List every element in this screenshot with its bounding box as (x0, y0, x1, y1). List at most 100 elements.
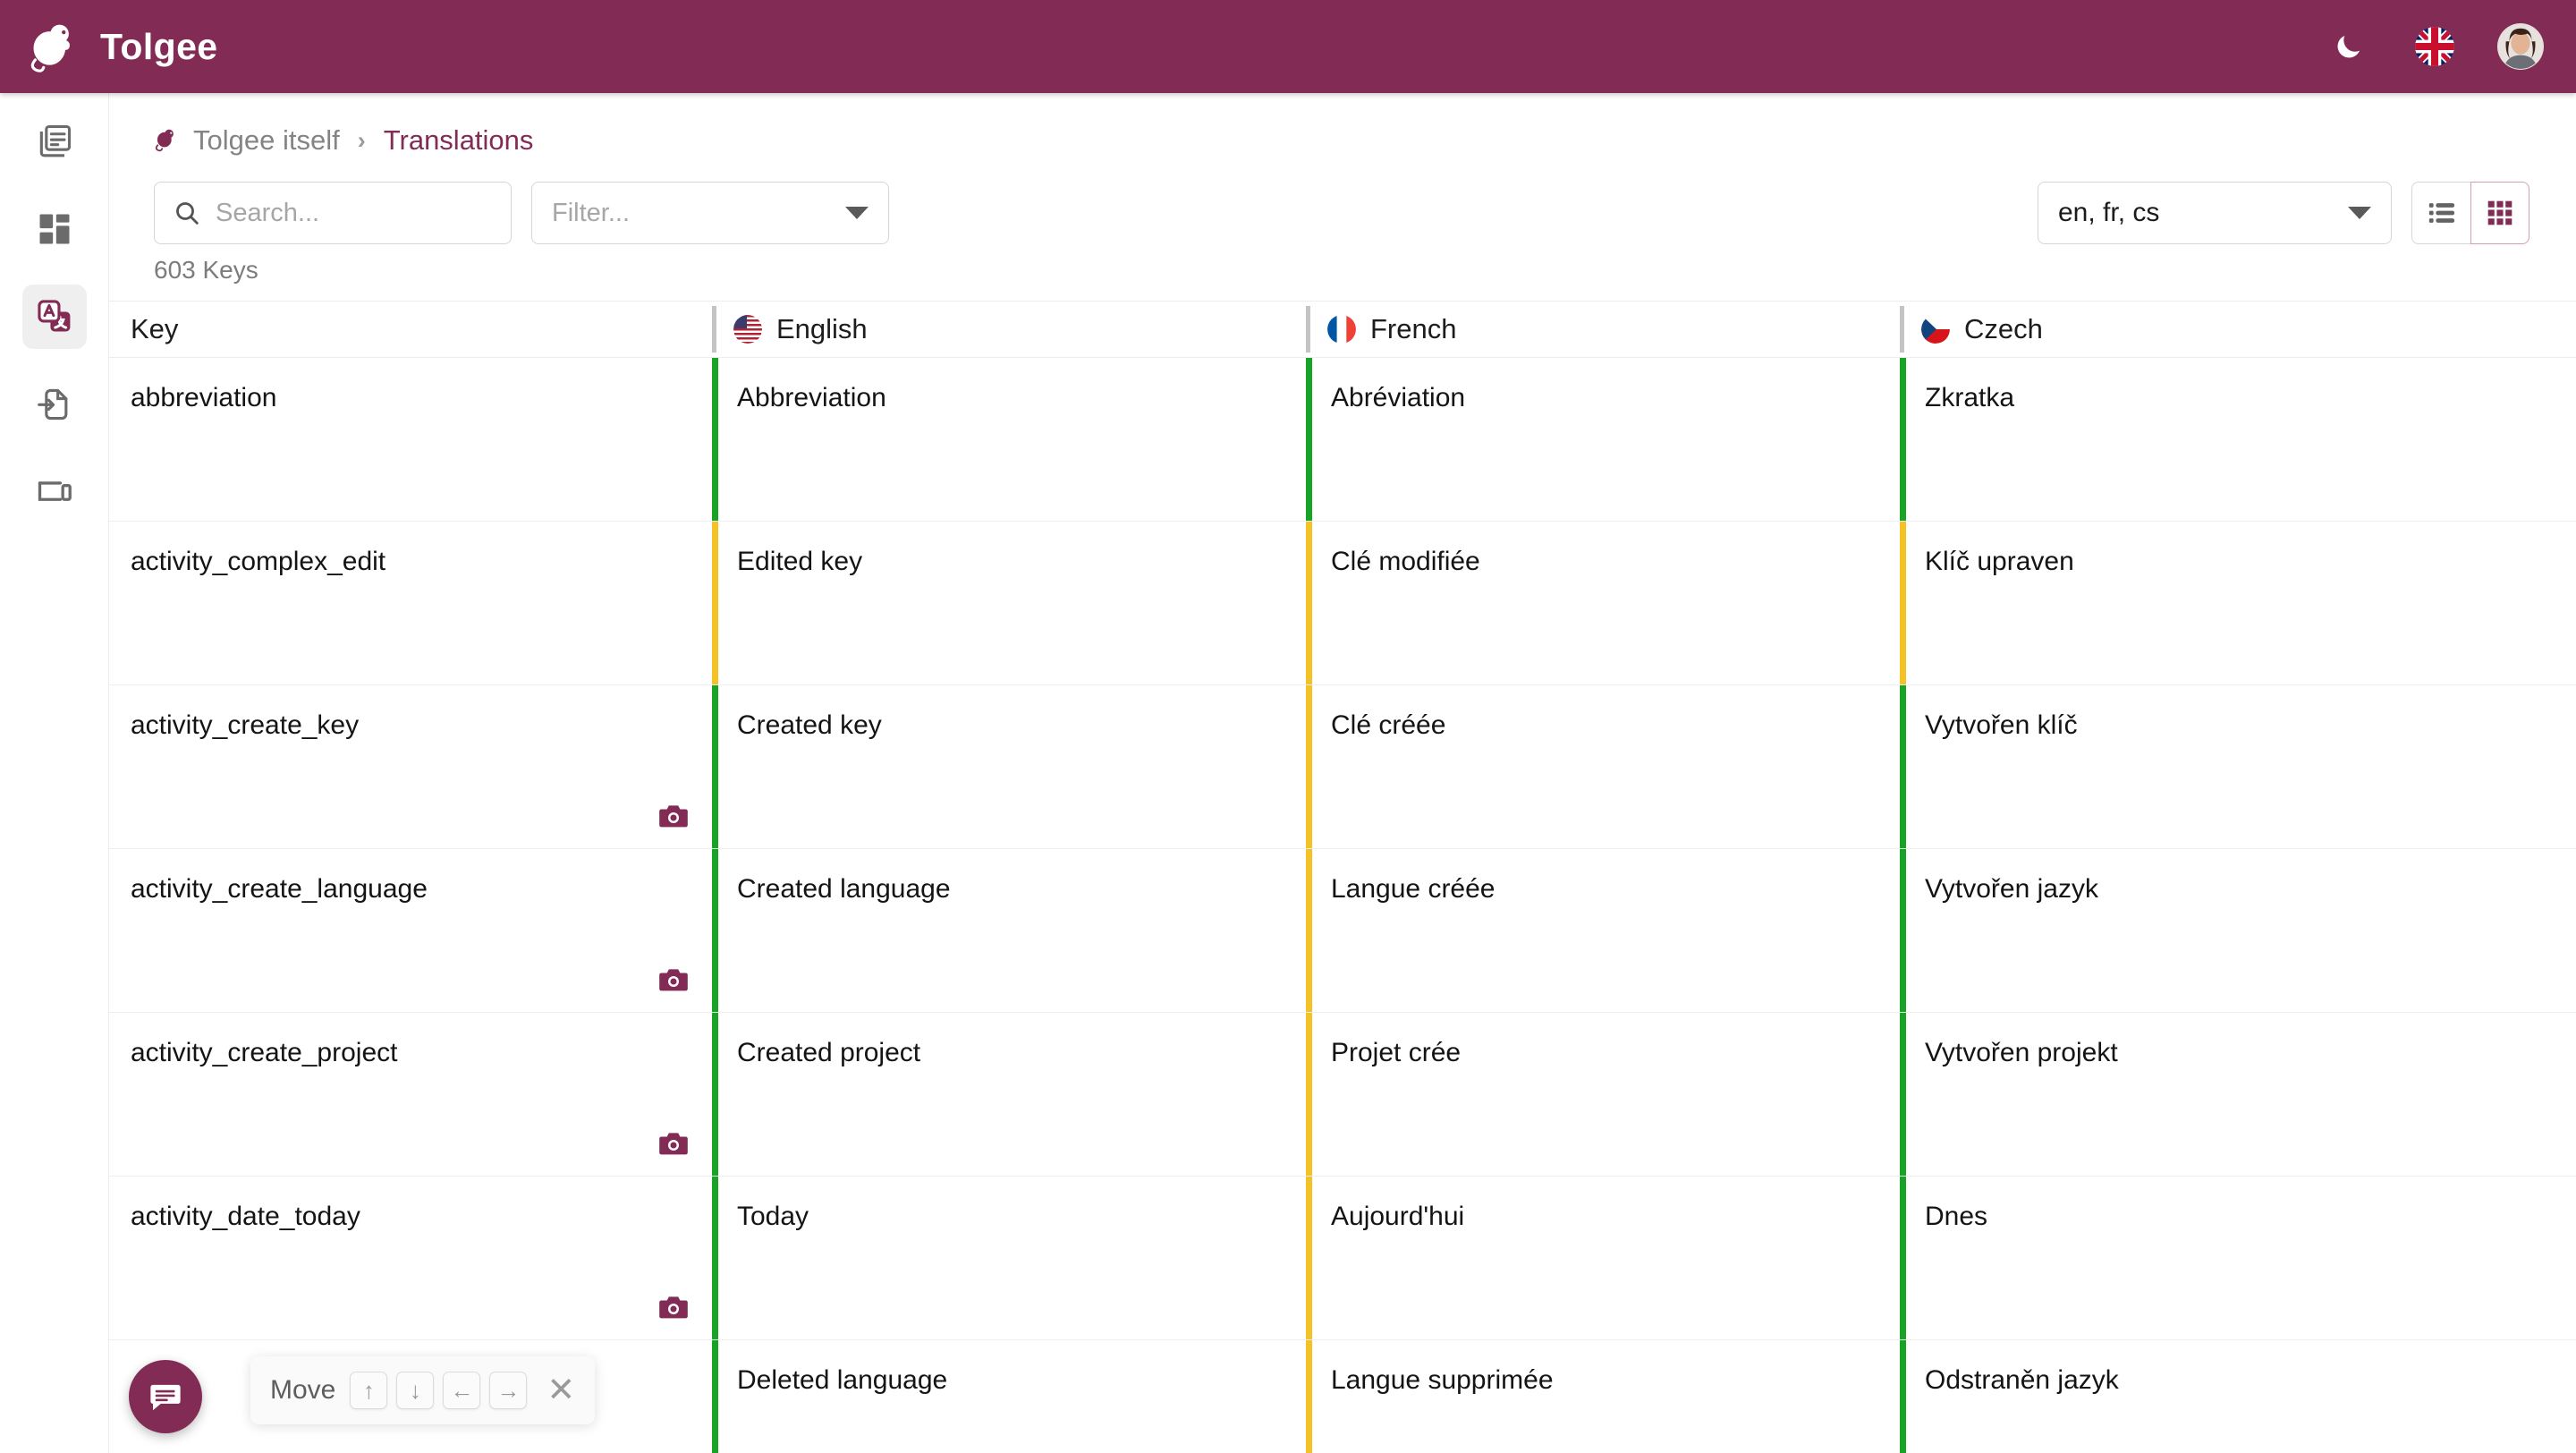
key-cell[interactable]: activity_date_today (109, 1177, 712, 1339)
brand[interactable]: Tolgee (0, 20, 218, 73)
translation-cell-french[interactable]: Clé modifiée (1306, 522, 1900, 684)
dashboard-grid-icon (39, 214, 69, 244)
key-name: activity_create_key (131, 710, 360, 740)
move-right-key[interactable]: → (489, 1372, 528, 1409)
chevron-down-icon (2348, 207, 2371, 219)
sidebar-item-projects[interactable] (22, 109, 87, 174)
chevron-down-icon (845, 207, 869, 219)
table-row[interactable]: activity_create_project Created project Pr… (109, 1013, 2576, 1177)
language-select[interactable]: en, fr, cs (2038, 182, 2392, 244)
key-name: abbreviation (131, 383, 277, 412)
translation-cell-english[interactable]: Created project (712, 1013, 1306, 1176)
translation-cell-czech[interactable]: Odstraněn jazyk (1900, 1340, 2494, 1453)
key-name: activity_date_today (131, 1202, 360, 1231)
table-row[interactable]: activity_create_language Created language… (109, 849, 2576, 1013)
translation-cell-czech[interactable]: Vytvořen klíč (1900, 685, 2494, 848)
translation-cell-french[interactable]: Abréviation (1306, 358, 1900, 521)
breadcrumb-current[interactable]: Translations (384, 124, 534, 157)
translation-text: Projet crée (1331, 1038, 1462, 1067)
column-header-french[interactable]: French (1306, 301, 1900, 358)
camera-icon[interactable] (658, 1293, 689, 1320)
translation-text: Aujourd'hui (1331, 1202, 1465, 1231)
table-row[interactable]: activity_create_key Created key Clé créée V… (109, 685, 2576, 849)
search-field[interactable] (154, 182, 512, 244)
translation-cell-french[interactable]: Aujourd'hui (1306, 1177, 1900, 1339)
translation-text: Abbreviation (737, 383, 886, 412)
sidebar (0, 93, 109, 1453)
key-cell[interactable]: activity_create_project (109, 1013, 712, 1176)
translation-cell-english[interactable]: Abbreviation (712, 358, 1306, 521)
key-count: 603 Keys (154, 256, 258, 284)
key-cell[interactable]: activity_create_key (109, 685, 712, 848)
camera-icon[interactable] (658, 802, 689, 828)
translation-cell-english[interactable]: Created language (712, 849, 1306, 1012)
translation-cell-czech[interactable]: Zkratka (1900, 358, 2494, 521)
table-row[interactable]: activity_complex_edit Edited key Clé modif… (109, 522, 2576, 685)
column-header-french-label: French (1370, 313, 1457, 344)
language-select-value: en, fr, cs (2058, 198, 2160, 227)
translation-cell-english[interactable]: Deleted language (712, 1340, 1306, 1453)
key-cell[interactable]: activity_create_language (109, 849, 712, 1012)
key-name: activity_create_project (131, 1038, 398, 1067)
sidebar-item-integrations[interactable] (22, 460, 87, 524)
column-header-key[interactable]: Key (109, 301, 712, 358)
chat-support-button[interactable] (129, 1360, 202, 1433)
tolgee-logo-icon (30, 24, 70, 72)
move-left-key[interactable]: ← (443, 1372, 481, 1409)
us-flag-icon (733, 315, 762, 344)
translation-cell-english[interactable]: Today (712, 1177, 1306, 1339)
table-row[interactable]: activity_date_today Today Aujourd'hui Dnes (109, 1177, 2576, 1340)
translation-text: Edited key (737, 547, 863, 576)
sidebar-item-translations[interactable] (21, 285, 87, 349)
brand-name: Tolgee (100, 25, 218, 67)
breadcrumb-project[interactable]: Tolgee itself (193, 124, 340, 157)
translation-cell-czech[interactable]: Klíč upraven (1900, 522, 2494, 684)
top-bar: Tolgee (0, 0, 2576, 93)
camera-icon[interactable] (658, 1129, 689, 1156)
move-label: Move (270, 1375, 336, 1405)
translation-text: Created language (737, 874, 951, 904)
column-header-key-label: Key (131, 313, 179, 344)
translation-cell-english[interactable]: Edited key (712, 522, 1306, 684)
search-icon (176, 202, 199, 225)
filter-select[interactable]: Filter... (531, 182, 889, 244)
translation-text: Dnes (1925, 1202, 1988, 1231)
translation-text: Abréviation (1331, 383, 1466, 412)
table-row[interactable]: abbreviation Abbreviation Abréviation Zkrat… (109, 358, 2576, 522)
translation-cell-czech[interactable]: Vytvořen jazyk (1900, 849, 2494, 1012)
translation-icon (37, 300, 70, 332)
key-cell[interactable]: abbreviation (109, 358, 712, 521)
language-switcher[interactable] (2411, 23, 2458, 70)
translation-cell-french[interactable]: Langue créée (1306, 849, 1900, 1012)
translation-text: Today (737, 1202, 809, 1231)
view-grid-button[interactable] (2470, 182, 2529, 244)
sidebar-item-dashboard[interactable] (22, 197, 87, 261)
camera-icon[interactable] (658, 965, 689, 992)
sidebar-item-import-export[interactable] (22, 372, 87, 437)
translation-cell-french[interactable]: Langue supprimée (1306, 1340, 1900, 1453)
avatar[interactable] (2497, 23, 2544, 70)
view-list-button[interactable] (2411, 182, 2470, 244)
translation-cell-french[interactable]: Projet crée (1306, 1013, 1900, 1176)
translation-text: Vytvořen jazyk (1925, 874, 2098, 904)
move-down-key[interactable]: ↓ (396, 1372, 435, 1409)
translation-cell-czech[interactable]: Vytvořen projekt (1900, 1013, 2494, 1176)
close-icon[interactable]: ✕ (547, 1373, 575, 1407)
import-export-icon (37, 388, 67, 421)
column-header-czech[interactable]: Czech (1900, 301, 2494, 358)
move-up-key[interactable]: ↑ (350, 1372, 388, 1409)
column-header-english-label: English (776, 313, 868, 344)
translation-text: Zkratka (1925, 383, 2015, 412)
breadcrumb: Tolgee itself › Translations (109, 93, 2576, 159)
key-cell[interactable]: activity_complex_edit (109, 522, 712, 684)
projects-list-icon (39, 124, 71, 157)
move-hint-bar: Move ↑ ↓ ← → ✕ (250, 1356, 596, 1424)
translation-text: Langue créée (1331, 874, 1496, 904)
translation-cell-czech[interactable]: Dnes (1900, 1177, 2494, 1339)
translation-text: Langue supprimée (1331, 1365, 1554, 1395)
dark-mode-toggle[interactable] (2326, 23, 2372, 70)
search-input[interactable] (216, 198, 493, 228)
column-header-english[interactable]: English (712, 301, 1306, 358)
translation-cell-english[interactable]: Created key (712, 685, 1306, 848)
translation-cell-french[interactable]: Clé créée (1306, 685, 1900, 848)
